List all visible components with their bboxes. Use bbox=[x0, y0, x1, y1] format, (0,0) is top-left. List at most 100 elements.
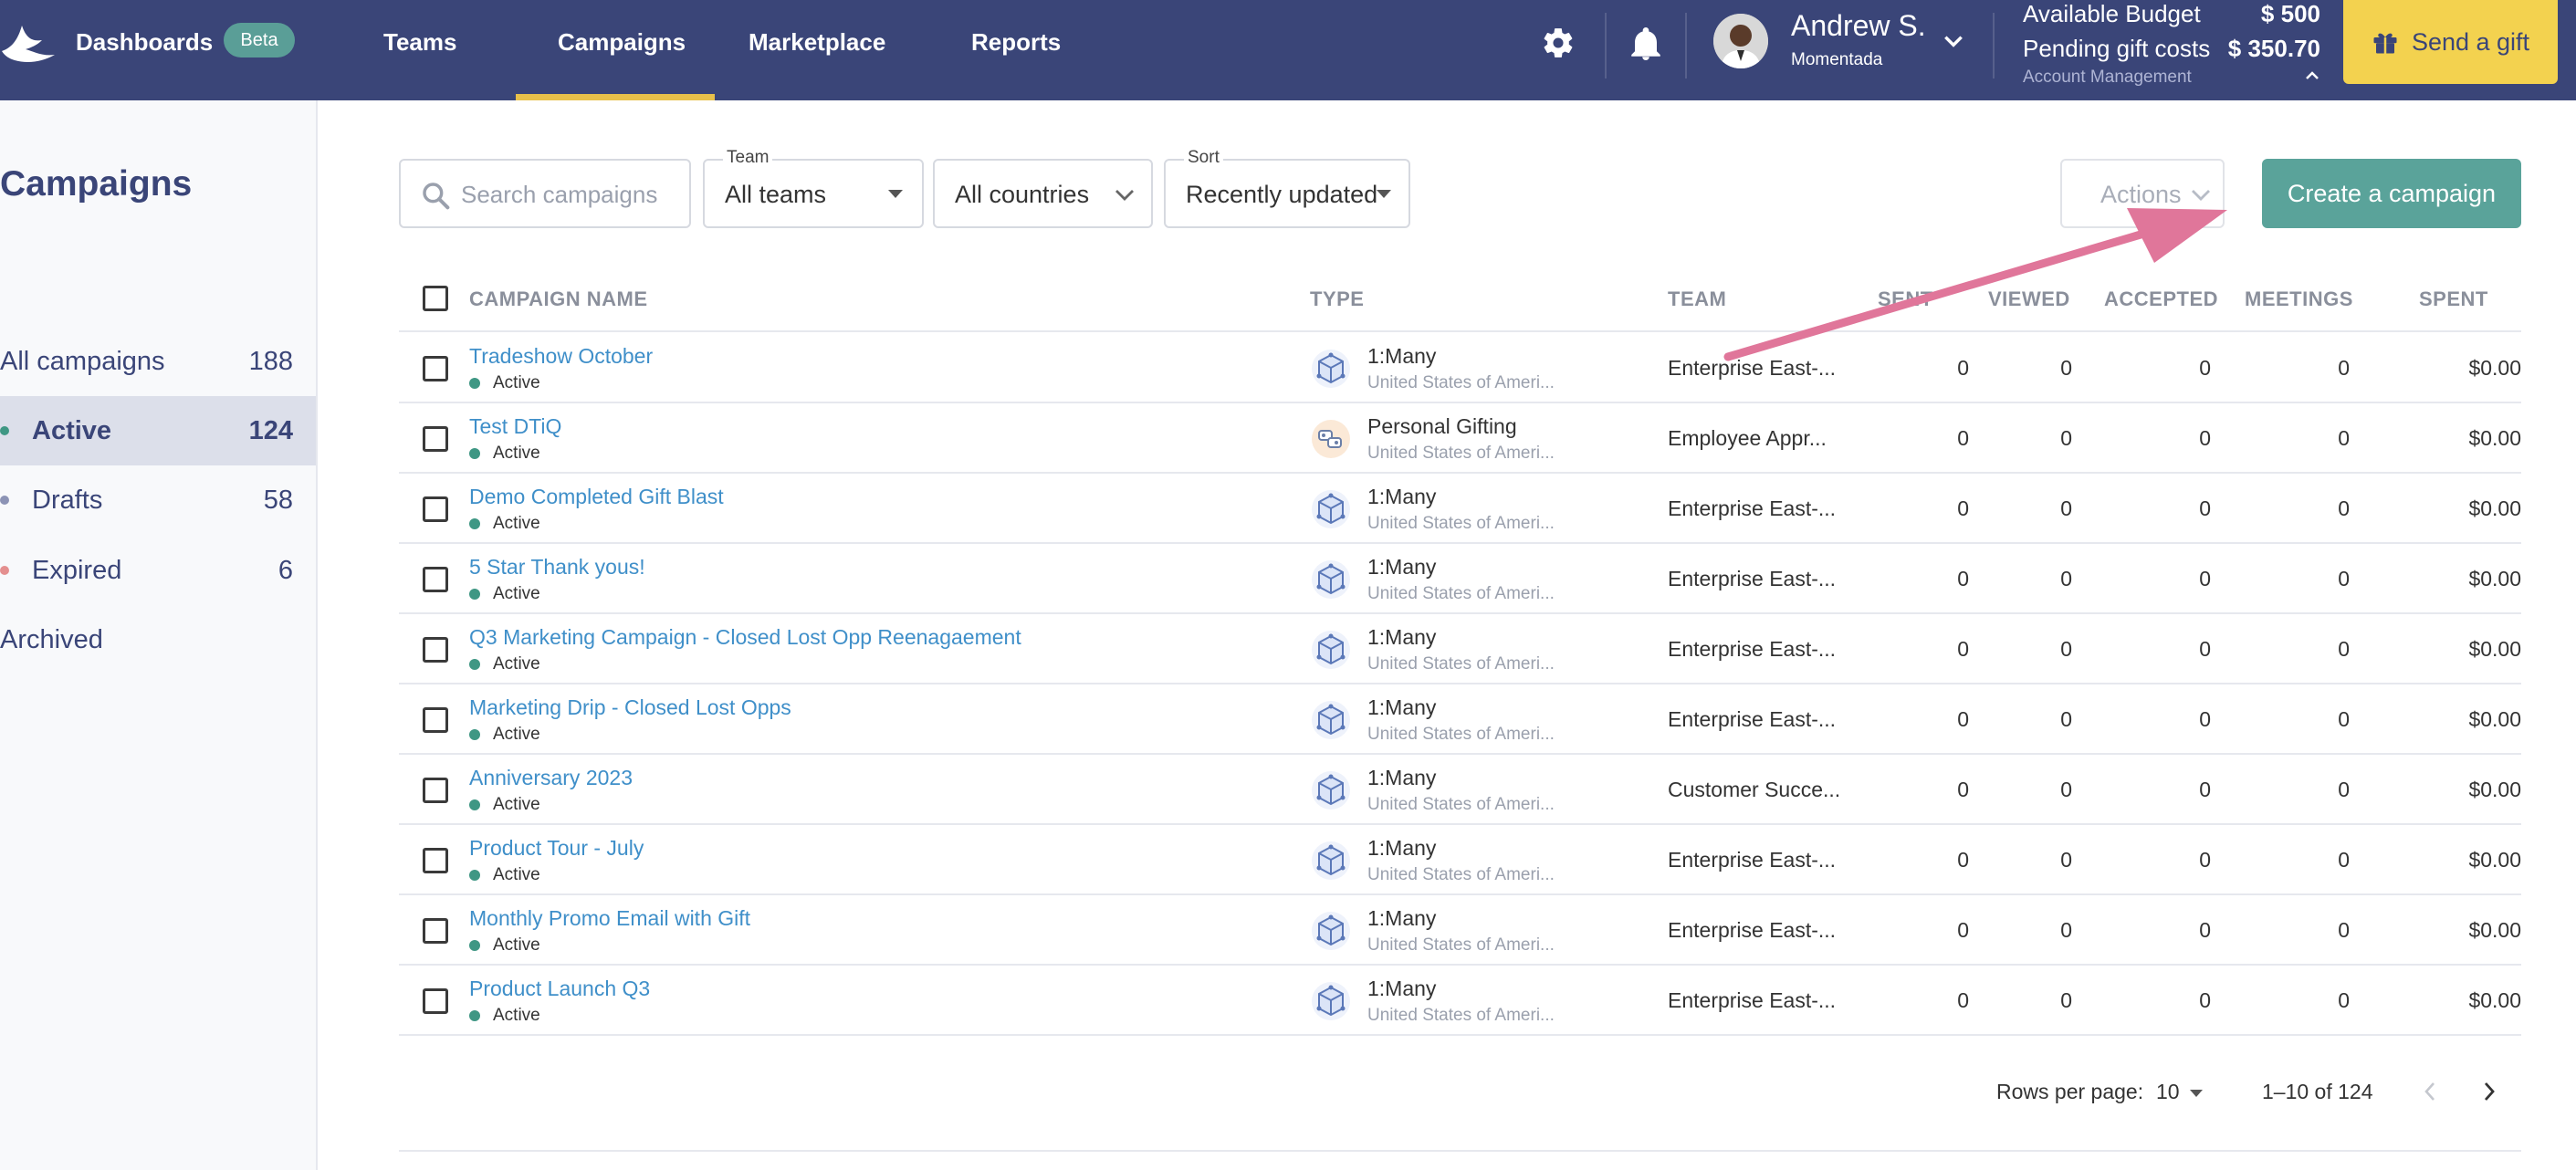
campaign-name-link[interactable]: Demo Completed Gift Blast bbox=[469, 485, 724, 509]
row-checkbox[interactable] bbox=[423, 848, 448, 873]
gear-icon[interactable] bbox=[1541, 26, 1576, 60]
table-row[interactable]: Demo Completed Gift Blast Active 1:Many Uni… bbox=[399, 474, 2521, 544]
search-input[interactable] bbox=[461, 173, 680, 215]
personal-gifting-icon bbox=[1312, 420, 1350, 458]
cell-viewed: 0 bbox=[2060, 637, 2072, 661]
cell-meetings: 0 bbox=[2338, 567, 2350, 590]
rows-per-page-select[interactable]: 10 bbox=[2156, 1080, 2180, 1104]
row-checkbox[interactable] bbox=[423, 988, 448, 1014]
header-campaign-name[interactable]: CAMPAIGN NAME bbox=[469, 287, 648, 311]
sidebar-item-count: 188 bbox=[248, 346, 293, 376]
send-gift-button[interactable]: Send a gift bbox=[2343, 0, 2558, 84]
cell-viewed: 0 bbox=[2060, 567, 2072, 590]
chevron-up-icon[interactable] bbox=[2303, 68, 2321, 83]
table-row[interactable]: Product Tour - July Active 1:Many United St… bbox=[399, 825, 2521, 895]
team-select[interactable]: Team All teams bbox=[703, 148, 924, 228]
sidebar-item-drafts[interactable]: Drafts 58 bbox=[0, 465, 316, 535]
table-row[interactable]: Tradeshow October Active 1:Many United Stat… bbox=[399, 333, 2521, 403]
table-row[interactable]: Q3 Marketing Campaign - Closed Lost Opp … bbox=[399, 614, 2521, 684]
campaign-name-link[interactable]: Tradeshow October bbox=[469, 344, 653, 369]
chevron-right-icon[interactable] bbox=[2479, 1080, 2499, 1103]
cell-sent: 0 bbox=[1957, 426, 1969, 450]
table-row[interactable]: 5 Star Thank yous! Active 1:Many United Sta… bbox=[399, 544, 2521, 614]
row-checkbox[interactable] bbox=[423, 567, 448, 592]
cell-meetings: 0 bbox=[2338, 356, 2350, 380]
user-name[interactable]: Andrew S. bbox=[1791, 9, 1926, 43]
actions-button[interactable]: Actions bbox=[2060, 159, 2225, 228]
status-badge: Active bbox=[469, 865, 540, 885]
campaign-name-link[interactable]: Test DTiQ bbox=[469, 414, 561, 439]
campaign-team: Enterprise East-... bbox=[1668, 988, 1837, 1012]
table-row[interactable]: Test DTiQ Active Personal Gifting United St… bbox=[399, 403, 2521, 474]
cell-meetings: 0 bbox=[2338, 496, 2350, 520]
one-to-many-icon bbox=[1312, 841, 1350, 880]
create-campaign-button[interactable]: Create a campaign bbox=[2262, 159, 2521, 228]
campaign-name-link[interactable]: Marketing Drip - Closed Lost Opps bbox=[469, 695, 791, 720]
header-viewed[interactable]: VIEWED bbox=[1988, 287, 2070, 311]
status-dot bbox=[0, 426, 9, 435]
sidebar-item-label: Expired bbox=[32, 555, 122, 585]
campaign-country: United States of Ameri... bbox=[1367, 725, 1555, 744]
chevron-down-icon[interactable] bbox=[1942, 29, 1965, 53]
cell-accepted: 0 bbox=[2199, 848, 2211, 872]
sort-select[interactable]: Sort Recently updated bbox=[1164, 148, 1410, 228]
row-checkbox[interactable] bbox=[423, 778, 448, 803]
header-team[interactable]: TEAM bbox=[1668, 287, 1726, 311]
campaign-name-link[interactable]: 5 Star Thank yous! bbox=[469, 555, 645, 580]
row-checkbox[interactable] bbox=[423, 918, 448, 944]
campaign-name-link[interactable]: Anniversary 2023 bbox=[469, 766, 633, 790]
sidebar-item-active[interactable]: Active 124 bbox=[0, 396, 316, 465]
table-row[interactable]: Product Launch Q3 Active 1:Many United Stat… bbox=[399, 966, 2521, 1036]
row-checkbox[interactable] bbox=[423, 496, 448, 522]
cell-meetings: 0 bbox=[2338, 637, 2350, 661]
header-meetings[interactable]: MEETINGS bbox=[2245, 287, 2353, 311]
chevron-left-icon[interactable] bbox=[2420, 1080, 2440, 1103]
nav-campaigns[interactable]: Campaigns bbox=[558, 0, 686, 84]
row-checkbox[interactable] bbox=[423, 356, 448, 381]
nav-marketplace[interactable]: Marketplace bbox=[749, 0, 885, 84]
caret-down-icon[interactable] bbox=[2190, 1090, 2203, 1097]
status-dot bbox=[469, 378, 480, 389]
table-row[interactable]: Anniversary 2023 Active 1:Many United State… bbox=[399, 755, 2521, 825]
cell-sent: 0 bbox=[1957, 637, 1969, 661]
campaign-name-link[interactable]: Monthly Promo Email with Gift bbox=[469, 906, 750, 931]
status-badge: Active bbox=[469, 725, 540, 745]
logo-bird-icon[interactable] bbox=[0, 20, 57, 66]
bell-icon[interactable] bbox=[1629, 26, 1662, 62]
table-row[interactable]: Monthly Promo Email with Gift Active 1:Man… bbox=[399, 895, 2521, 966]
status-dot bbox=[0, 566, 9, 575]
country-select[interactable]: All countries bbox=[933, 159, 1153, 228]
campaign-name-link[interactable]: Q3 Marketing Campaign - Closed Lost Opp … bbox=[469, 625, 1021, 650]
caret-down-icon bbox=[1377, 190, 1391, 198]
campaign-country: United States of Ameri... bbox=[1367, 795, 1555, 814]
campaign-name-link[interactable]: Product Launch Q3 bbox=[469, 977, 650, 1001]
avatar[interactable] bbox=[1713, 14, 1768, 68]
row-checkbox[interactable] bbox=[423, 707, 448, 733]
sidebar-item-count: 58 bbox=[263, 485, 293, 515]
one-to-many-icon bbox=[1312, 701, 1350, 739]
nav-teams[interactable]: Teams bbox=[383, 0, 456, 84]
sidebar-item-archived[interactable]: Archived bbox=[0, 605, 316, 674]
header-accepted[interactable]: ACCEPTED bbox=[2104, 287, 2218, 311]
nav-reports[interactable]: Reports bbox=[971, 0, 1061, 84]
account-management-link[interactable]: Account Management bbox=[2023, 68, 2192, 88]
header-type[interactable]: TYPE bbox=[1310, 287, 1364, 311]
select-all-checkbox[interactable] bbox=[423, 286, 448, 311]
sidebar-item-expired[interactable]: Expired 6 bbox=[0, 536, 316, 605]
campaign-name-link[interactable]: Product Tour - July bbox=[469, 836, 644, 861]
header-spent[interactable]: SPENT bbox=[2419, 287, 2488, 311]
cell-accepted: 0 bbox=[2199, 567, 2211, 590]
status-dot bbox=[469, 448, 480, 459]
status-dot bbox=[469, 659, 480, 670]
nav-dashboards[interactable]: Dashboards bbox=[76, 0, 213, 84]
table-row[interactable]: Marketing Drip - Closed Lost Opps Active 1… bbox=[399, 684, 2521, 755]
header-sent[interactable]: SENT bbox=[1878, 287, 1933, 311]
sidebar-item-all-campaigns[interactable]: All campaigns 188 bbox=[0, 327, 316, 396]
search-icon bbox=[423, 183, 450, 210]
status-text: Active bbox=[493, 373, 540, 392]
row-checkbox[interactable] bbox=[423, 426, 448, 452]
team-select-label: Team bbox=[723, 148, 773, 168]
available-budget-label: Available Budget bbox=[2023, 0, 2201, 27]
search-box[interactable] bbox=[399, 159, 691, 228]
row-checkbox[interactable] bbox=[423, 637, 448, 663]
